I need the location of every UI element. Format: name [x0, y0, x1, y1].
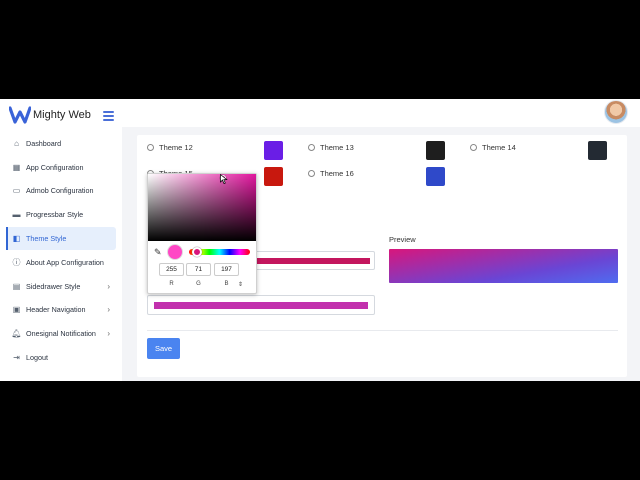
color-picker-popover: ✎ 255 71 197 R G B ⇕ — [147, 173, 257, 294]
save-button[interactable]: Save — [147, 338, 180, 359]
blue-label: B — [224, 281, 229, 287]
sidebar-item-label: Dashboard — [26, 139, 62, 148]
info-icon: ⓘ — [12, 258, 21, 267]
mouse-cursor-icon — [220, 174, 228, 184]
gradient-color-2-field[interactable] — [147, 295, 375, 315]
sidebar-item-theme-style[interactable]: ◧ Theme Style — [6, 227, 116, 250]
sidebar-item-dashboard[interactable]: ⌂ Dashboard — [6, 132, 116, 155]
sidebar-item-logout[interactable]: ⇥ Logout — [6, 346, 116, 369]
sidebar-item-admob-configuration[interactable]: ▭ Admob Configuration — [6, 179, 116, 202]
grid-icon: ▦ — [12, 163, 21, 172]
app-viewport: Mighty Web ⌂ Dashboard ▦ App Configurati… — [0, 99, 640, 381]
theme-option-14[interactable]: Theme 14 — [470, 143, 516, 152]
radio-button[interactable] — [470, 144, 477, 151]
home-icon: ⌂ — [14, 139, 19, 148]
divider — [147, 330, 618, 331]
sidedrawer-icon: ▤ — [12, 282, 21, 291]
sidebar-item-about-app-configuration[interactable]: ⓘ About App Configuration — [6, 251, 116, 274]
radio-button[interactable] — [308, 170, 315, 177]
palette-icon: ◧ — [12, 234, 21, 243]
sidebar-item-label: Progressbar Style — [26, 210, 84, 219]
chevron-right-icon: › — [107, 282, 110, 291]
format-toggle-icon[interactable]: ⇕ — [238, 281, 243, 288]
red-input[interactable]: 255 — [159, 263, 184, 276]
theme-label: Theme 16 — [320, 169, 354, 178]
theme-12-swatch — [264, 141, 283, 160]
progressbar-icon: ▬ — [12, 210, 21, 219]
chevron-right-icon: › — [107, 305, 110, 314]
bell-icon: 🔔︎ — [11, 329, 22, 338]
theme-option-12[interactable]: Theme 12 — [147, 143, 193, 152]
color-2-bar — [154, 302, 368, 309]
sidebar: ⌂ Dashboard ▦ App Configuration ▭ Admob … — [0, 127, 122, 381]
sidebar-item-label: Admob Configuration — [26, 186, 94, 195]
top-bar: Mighty Web — [0, 99, 640, 127]
eyedropper-icon[interactable]: ✎ — [154, 247, 162, 258]
sidebar-item-label: App Configuration — [26, 163, 84, 172]
preview-label: Preview — [389, 235, 416, 244]
sidebar-item-label: Logout — [26, 353, 48, 362]
theme-label: Theme 14 — [482, 143, 516, 152]
hamburger-menu-icon[interactable] — [103, 111, 114, 121]
brand-name: Mighty Web — [33, 109, 91, 121]
red-label: R — [169, 281, 174, 287]
brand-logo-icon — [9, 106, 31, 124]
current-color-swatch — [167, 244, 183, 260]
sidebar-item-header-navigation[interactable]: ▣ Header Navigation › — [6, 298, 116, 321]
radio-button[interactable] — [308, 144, 315, 151]
theme-14-swatch — [588, 141, 607, 160]
theme-label: Theme 13 — [320, 143, 354, 152]
theme-label: Theme 12 — [159, 143, 193, 152]
sidebar-item-app-configuration[interactable]: ▦ App Configuration — [6, 156, 116, 179]
theme-13-swatch — [426, 141, 445, 160]
saturation-area[interactable] — [148, 174, 256, 241]
chevron-right-icon: › — [107, 329, 110, 338]
sidebar-item-sidedrawer-style[interactable]: ▤ Sidedrawer Style › — [6, 275, 116, 298]
hue-slider-handle[interactable] — [192, 247, 202, 257]
sidebar-item-label: Header Navigation — [26, 305, 86, 314]
blue-input[interactable]: 197 — [214, 263, 239, 276]
green-label: G — [196, 281, 201, 287]
sidebar-item-label: Theme Style — [26, 234, 67, 243]
theme-option-16[interactable]: Theme 16 — [308, 169, 354, 178]
logout-icon: ⇥ — [13, 353, 20, 362]
sidebar-item-label: Onesignal Notification — [26, 329, 96, 338]
user-avatar[interactable] — [604, 100, 628, 124]
active-indicator — [6, 227, 8, 250]
theme-15-swatch — [264, 167, 283, 186]
theme-option-13[interactable]: Theme 13 — [308, 143, 354, 152]
sidebar-item-label: About App Configuration — [26, 258, 104, 267]
navigation-icon: ▣ — [12, 305, 21, 314]
monitor-icon: ▭ — [12, 186, 21, 195]
radio-button[interactable] — [147, 144, 154, 151]
sidebar-item-onesignal-notification[interactable]: 🔔︎ Onesignal Notification › — [6, 322, 116, 345]
gradient-preview — [389, 249, 618, 283]
sidebar-item-progressbar-style[interactable]: ▬ Progressbar Style — [6, 203, 116, 226]
sidebar-item-label: Sidedrawer Style — [26, 282, 81, 291]
theme-16-swatch — [426, 167, 445, 186]
green-input[interactable]: 71 — [186, 263, 211, 276]
